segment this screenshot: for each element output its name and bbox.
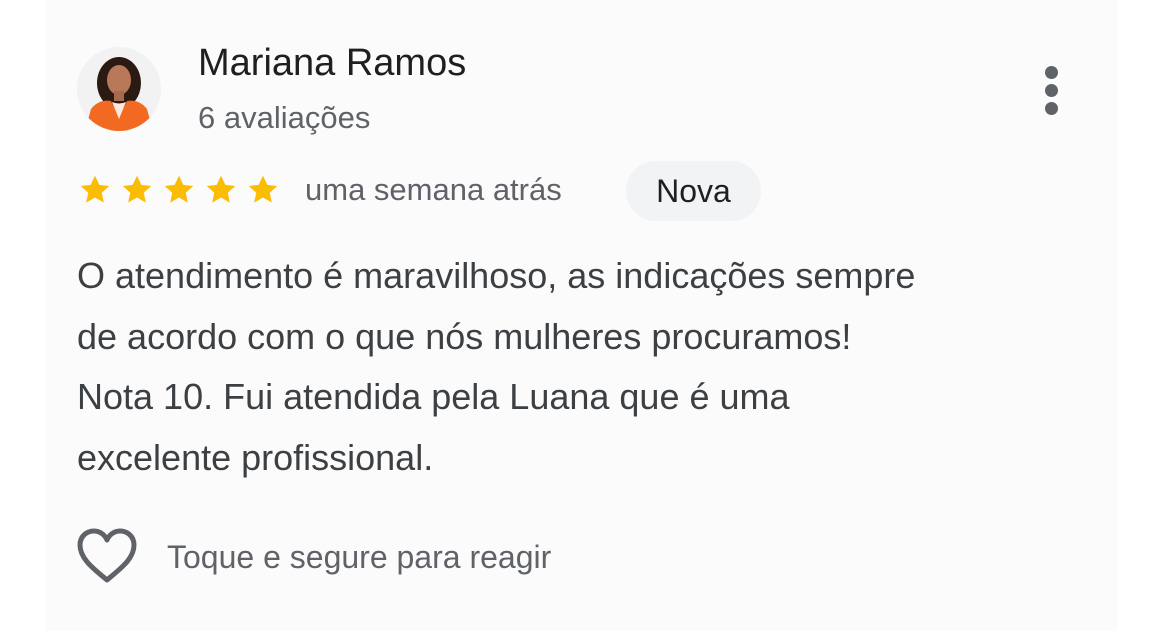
review-date: uma semana atrás	[305, 172, 562, 207]
star-icon	[80, 175, 110, 203]
more-vertical-icon-dot	[1045, 102, 1058, 115]
review-text-line: Nota 10. Fui atendida pela Luana que é u…	[77, 376, 790, 417]
star-icon	[122, 175, 152, 203]
react-hint-text: Toque e segure para reagir	[167, 539, 552, 575]
star-icon	[248, 175, 278, 203]
heart-outline-icon	[77, 528, 137, 583]
review-text-line: excelente profissional.	[77, 436, 434, 478]
star-rating	[77, 170, 281, 210]
more-vertical-icon	[1045, 66, 1058, 79]
review-text-line: O atendimento é maravilhoso, as indicaçõ…	[77, 255, 916, 296]
author-avatar[interactable]	[77, 47, 161, 131]
react-button[interactable]	[76, 527, 138, 585]
review-text-line: de acordo com o que nós mulheres procura…	[77, 315, 852, 357]
more-vertical-icon-dot	[1045, 84, 1058, 97]
star-icon	[164, 175, 194, 203]
author-review-count: 6 avaliações	[198, 100, 371, 135]
author-name[interactable]: Mariana Ramos	[198, 40, 466, 86]
review-text: O atendimento é maravilhoso, as indicaçõ…	[77, 246, 1077, 488]
star-icon	[206, 175, 236, 203]
new-badge: Nova	[626, 161, 761, 221]
more-options-button[interactable]	[1033, 60, 1069, 120]
